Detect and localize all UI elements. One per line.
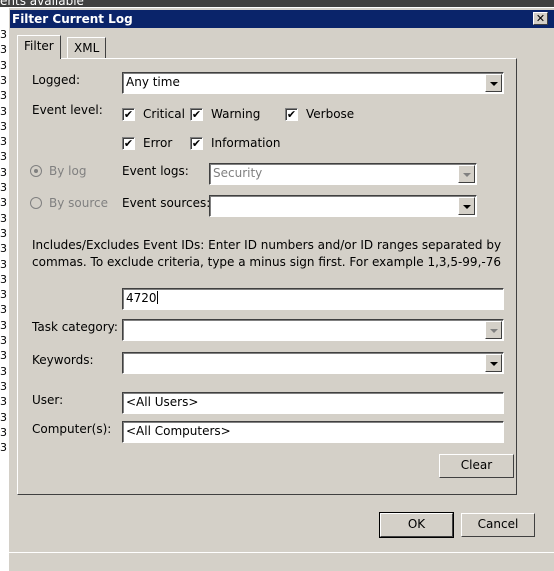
background-title-fragment: ents available [0,0,84,7]
radio-by-log-label: By log [49,164,87,178]
background-list-row: 3: [0,211,8,225]
background-list-row: 3: [0,441,8,455]
background-list-row: 3: [0,364,8,378]
event-ids-value: 4720 [126,291,157,305]
chevron-down-icon[interactable] [485,354,502,372]
background-list-row: 3: [0,242,8,256]
cancel-button[interactable]: Cancel [461,513,535,537]
event-sources-label: Event sources: [122,196,211,210]
computers-value: <All Computers> [126,424,231,438]
keywords-dropdown[interactable] [122,352,504,374]
background-list-row: 3: [0,349,8,363]
checkbox-check-icon: ✔ [190,136,203,150]
user-label: User: [32,393,64,407]
background-list-row: 3: [0,425,8,439]
filter-current-log-dialog: Filter Current Log ✕ Filter XML Logged: … [8,7,554,571]
task-category-dropdown[interactable] [122,319,504,341]
background-list-row: 3: [0,318,8,332]
chevron-down-icon[interactable] [458,197,475,215]
background-list-row: 3: [0,226,8,240]
checkbox-critical[interactable]: ✔ Critical [122,107,185,121]
checkbox-verbose[interactable]: ✔ Verbose [285,107,354,121]
background-list-row: 3: [0,379,8,393]
background-list-row: 3: [0,73,8,87]
background-list-row: 3: [0,119,8,133]
checkbox-error[interactable]: ✔ Error [122,136,172,150]
event-logs-label: Event logs: [122,164,189,178]
chevron-down-icon[interactable] [485,321,502,339]
tab-xml-label: XML [74,41,100,55]
chevron-down-icon[interactable] [458,165,475,183]
event-logs-dropdown[interactable]: Security [209,163,477,185]
close-button[interactable]: ✕ [533,12,548,25]
checkbox-warning-label: Warning [211,107,261,121]
background-list-row: 3: [0,181,8,194]
background-list-row: 3: [0,43,8,57]
keywords-label: Keywords: [32,353,94,367]
event-ids-help-text: Includes/Excludes Event IDs: Enter ID nu… [32,238,502,269]
event-level-label: Event level: [32,103,103,117]
user-value: <All Users> [126,395,199,409]
radio-by-log[interactable]: By log [30,164,86,178]
cancel-button-label: Cancel [477,517,519,531]
background-list-row: 3: [0,135,8,149]
filter-panel: Logged: Any time Event level: ✔ Critical… [17,58,517,495]
background-list-row: 3: [0,257,8,271]
chevron-down-icon[interactable] [485,74,502,92]
radio-by-source[interactable]: By source [30,196,108,210]
logged-value: Any time [126,75,180,89]
dialog-title: Filter Current Log [12,12,133,26]
background-list-row: 3: [0,410,8,424]
tab-filter-label: Filter [24,39,54,53]
background-list-row: 3: [0,58,8,72]
event-sources-dropdown[interactable] [209,195,477,217]
background-window-header: ents available [0,0,554,7]
computers-label: Computer(s): [32,422,112,436]
logged-label: Logged: [32,73,81,87]
logged-dropdown[interactable]: Any time [122,72,504,94]
bottom-separator [0,552,554,553]
checkbox-verbose-label: Verbose [306,107,355,121]
radio-by-source-label: By source [49,196,108,210]
tab-filter[interactable]: Filter [17,35,61,59]
checkbox-information[interactable]: ✔ Information [190,136,280,150]
ok-button[interactable]: OK [379,512,454,538]
checkbox-error-label: Error [143,136,173,150]
checkbox-check-icon: ✔ [190,107,203,121]
dialog-titlebar: Filter Current Log ✕ [10,10,554,28]
checkbox-check-icon: ✔ [122,136,135,150]
user-input[interactable]: <All Users> [122,392,504,414]
event-ids-input[interactable]: 4720 [122,288,504,310]
background-list-row: 3: [0,303,8,317]
background-list-row: 3: [0,272,8,286]
tab-xml[interactable]: XML [67,37,107,59]
background-list-row: 3: [0,334,8,347]
background-list-row: 3: [0,165,8,179]
background-event-list: 3:3:3:3:3:3:3:3:3:3:3:3:3:3:3:3:3:3:3:3:… [0,7,8,571]
event-logs-value: Security [213,166,263,180]
clear-button[interactable]: Clear [439,454,514,478]
checkbox-warning[interactable]: ✔ Warning [190,107,260,121]
radio-selected-icon [30,165,42,177]
background-list-row: 3: [0,104,8,118]
task-category-label: Task category: [32,320,118,334]
background-list-row: 3: [0,150,8,164]
text-caret [156,291,158,304]
background-list-row: 3: [0,28,8,41]
checkbox-critical-label: Critical [143,107,185,121]
checkbox-check-icon: ✔ [122,107,135,121]
background-list-row: 3: [0,196,8,210]
checkbox-information-label: Information [211,136,281,150]
background-list-row: 3: [0,395,8,409]
computers-input[interactable]: <All Computers> [122,421,504,443]
clear-button-label: Clear [460,458,493,472]
close-icon: ✕ [535,12,546,25]
checkbox-check-icon: ✔ [285,107,298,121]
background-list-row: 3: [0,89,8,103]
background-list-row: 3: [0,288,8,302]
ok-button-label: OK [407,517,426,531]
radio-unselected-icon [30,197,42,209]
